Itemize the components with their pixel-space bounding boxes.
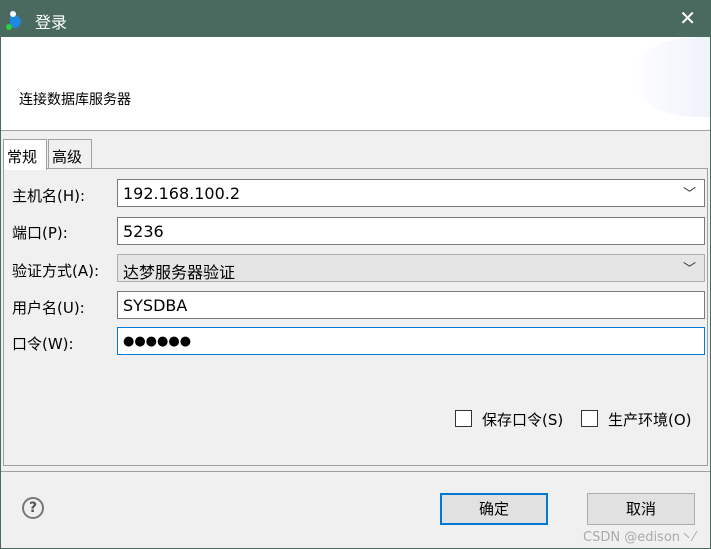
ok-button[interactable]: 确定 [440, 493, 548, 525]
help-icon[interactable]: ? [22, 497, 44, 519]
production-label[interactable]: 生产环境(O) [608, 409, 692, 430]
save-password-checkbox[interactable] [455, 410, 472, 427]
auth-value: 达梦服务器验证 [123, 263, 236, 282]
save-password-label[interactable]: 保存口令(S) [482, 409, 563, 430]
chevron-down-icon[interactable]: ﹀ [683, 258, 696, 277]
window-title: 登录 [35, 13, 68, 32]
password-label: 口令(W): [12, 335, 74, 353]
user-input[interactable]: SYSDBA [117, 291, 705, 319]
login-dialog: 登录 ✕ 连接数据库服务器 常规 高级 主机名(H): 192.168.100.… [0, 0, 711, 549]
chevron-down-icon[interactable]: ﹀ [683, 183, 696, 202]
host-value: 192.168.100.2 [123, 184, 241, 203]
banner-message: 连接数据库服务器 [19, 92, 131, 108]
general-panel: 主机名(H): 192.168.100.2 ﹀ 端口(P): 5236 验证方式(… [3, 168, 708, 466]
tab-advanced[interactable]: 高级 [48, 139, 92, 169]
port-input[interactable]: 5236 [117, 217, 705, 245]
banner-decoration [630, 37, 710, 117]
user-label: 用户名(U): [12, 299, 85, 317]
auth-label: 验证方式(A): [12, 262, 100, 280]
banner: 连接数据库服务器 [1, 37, 710, 131]
production-checkbox[interactable] [581, 410, 598, 427]
title-bar: 登录 ✕ [1, 1, 710, 37]
host-label: 主机名(H): [12, 187, 86, 205]
watermark: CSDN @edison丶⁄ [583, 530, 696, 545]
port-label: 端口(P): [12, 224, 68, 242]
cancel-button[interactable]: 取消 [587, 493, 695, 525]
divider [1, 471, 710, 472]
app-logo-icon [6, 10, 21, 30]
host-combobox[interactable]: 192.168.100.2 ﹀ [117, 179, 705, 207]
tab-general[interactable]: 常规 [3, 139, 47, 170]
close-icon[interactable]: ✕ [679, 6, 696, 30]
auth-select[interactable]: 达梦服务器验证 ﹀ [117, 254, 705, 282]
password-input[interactable]: ●●●●●● [117, 327, 705, 355]
